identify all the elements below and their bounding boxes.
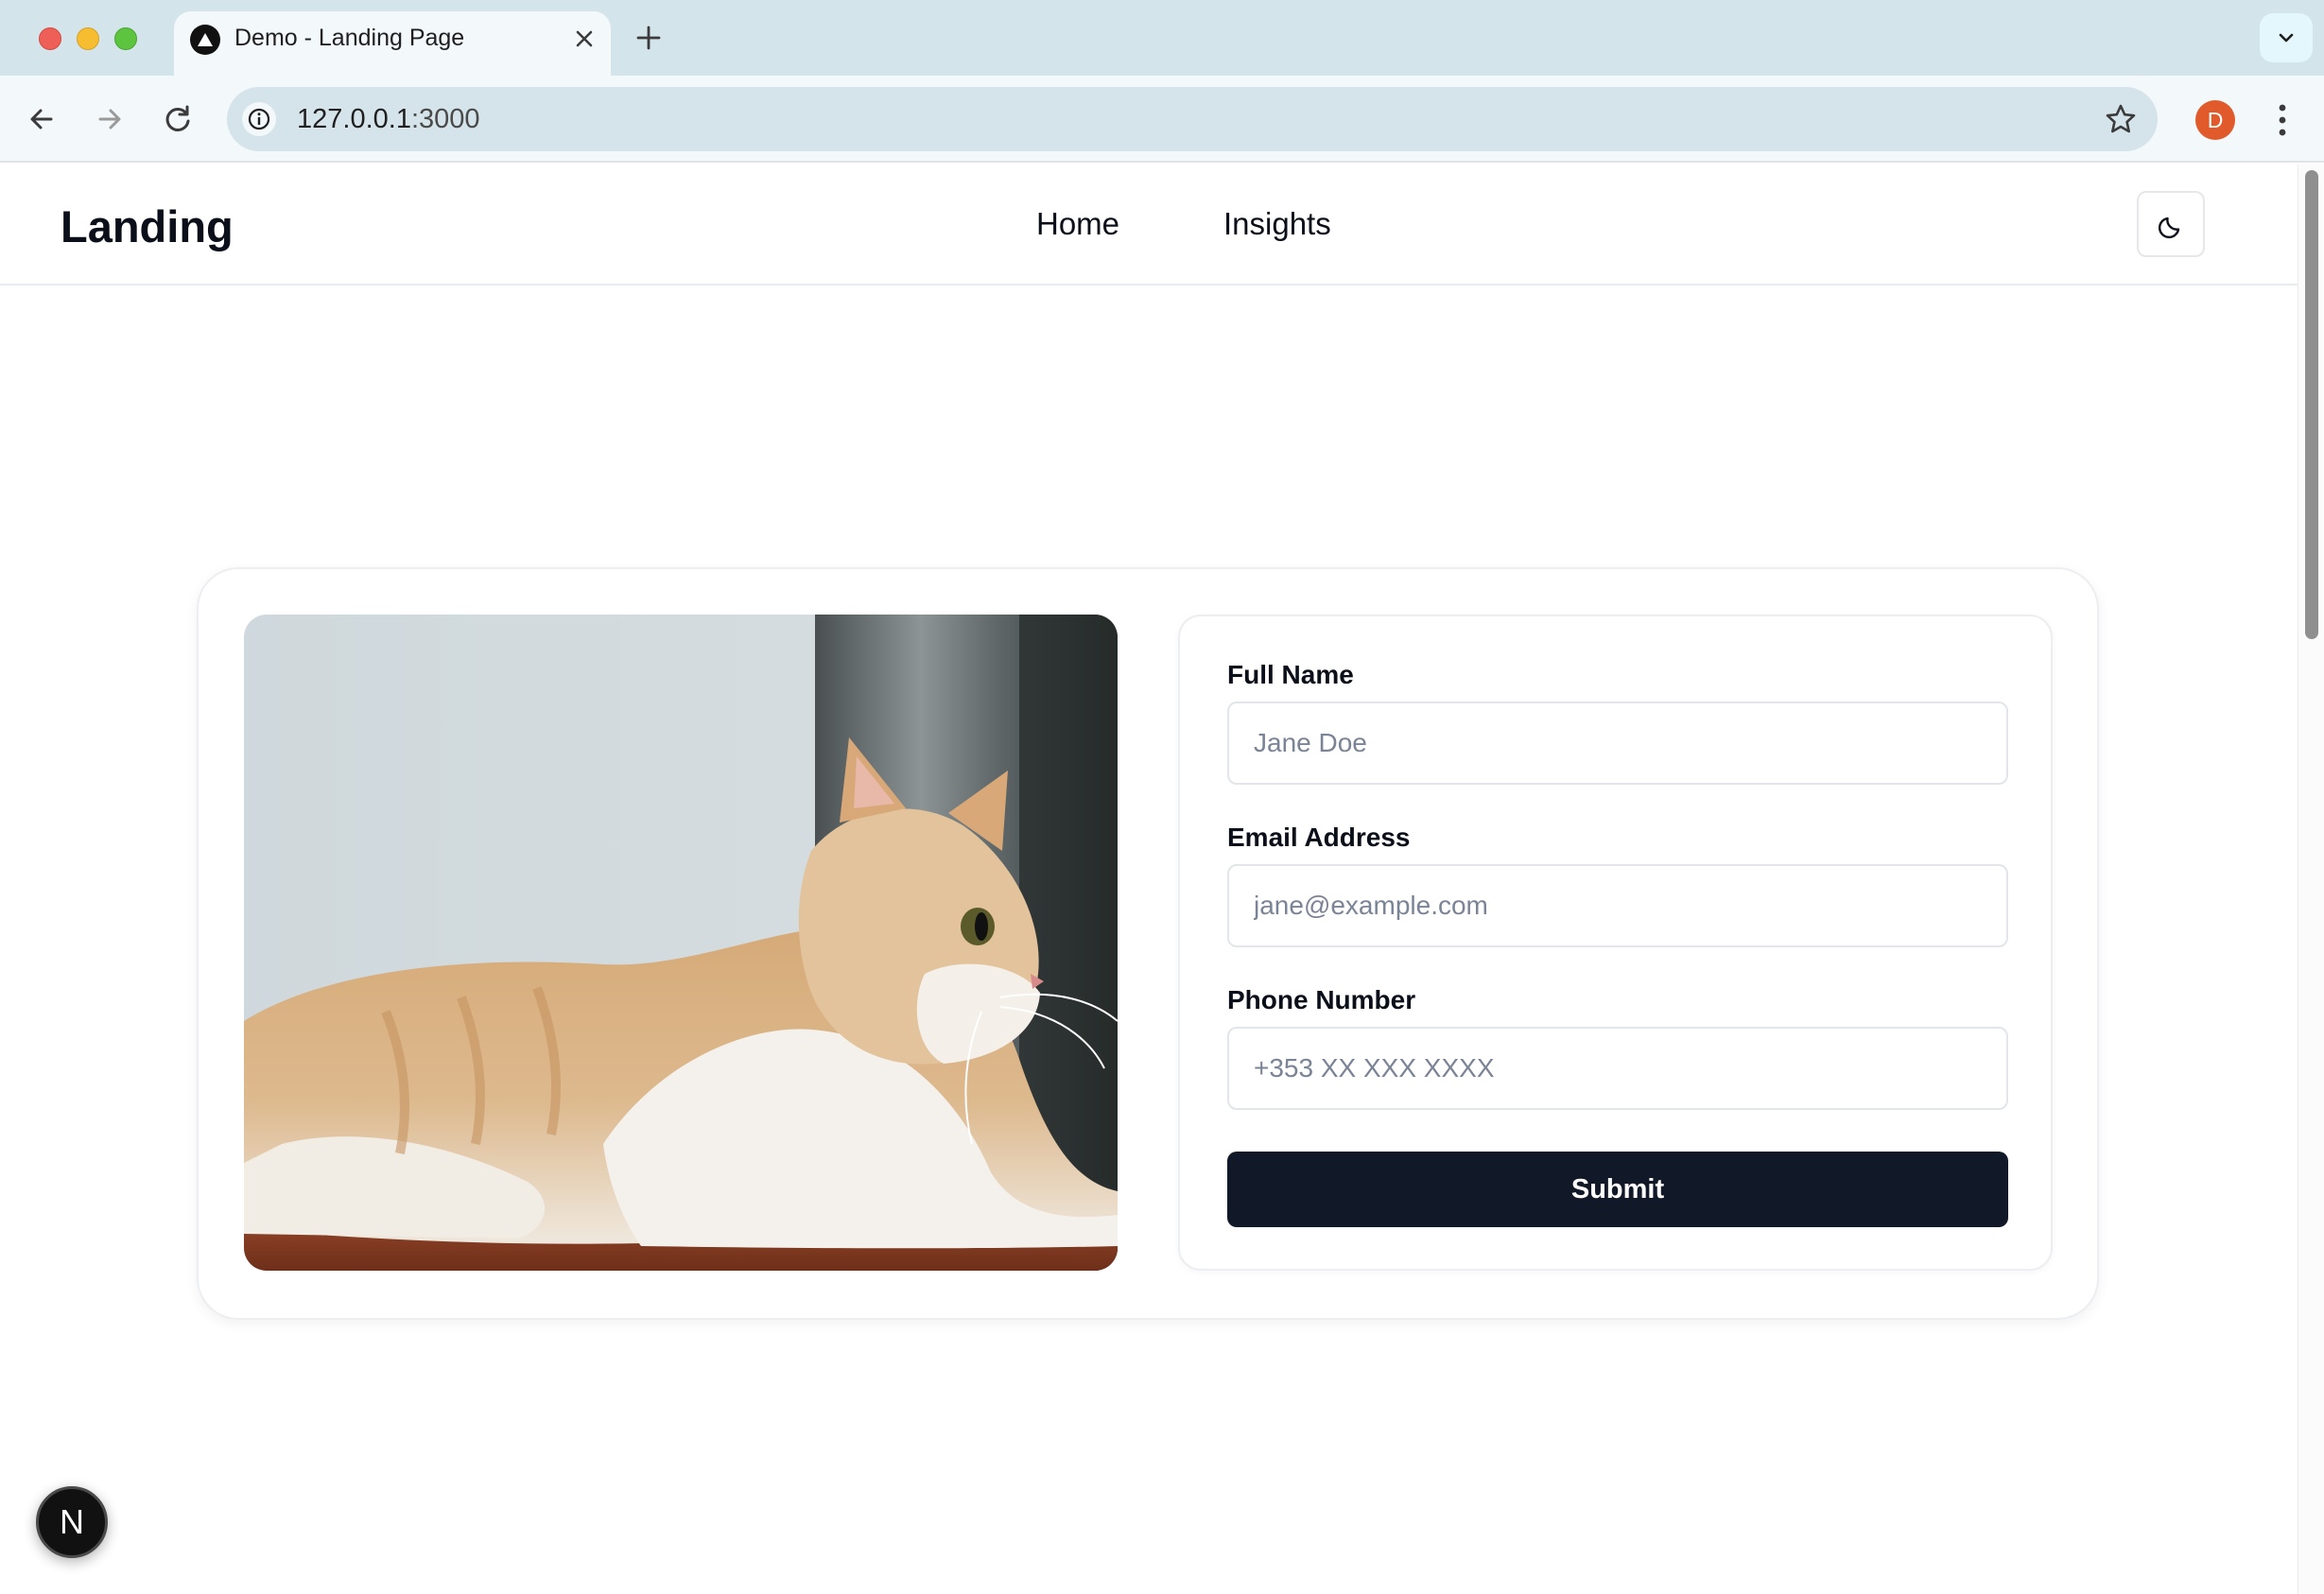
site-header: Landing Home Insights	[0, 165, 2298, 286]
scrollbar-thumb[interactable]	[2305, 170, 2318, 639]
page-scrollbar[interactable]	[2298, 165, 2324, 1594]
browser-tab-strip: Demo - Landing Page	[0, 0, 2324, 76]
profile-avatar[interactable]: D	[2195, 100, 2235, 140]
site-brand[interactable]: Landing	[61, 200, 234, 252]
close-tab-icon[interactable]	[569, 24, 599, 54]
moon-icon	[2159, 217, 2180, 238]
site-info-icon[interactable]	[242, 102, 276, 136]
url-port: :3000	[410, 104, 480, 134]
browser-menu-kebab-icon[interactable]	[2267, 100, 2298, 140]
nav-link-insights[interactable]: Insights	[1223, 206, 1331, 242]
window-minimize-button[interactable]	[77, 27, 99, 50]
phone-input[interactable]	[1227, 1027, 2008, 1110]
page-viewport: Landing Home Insights Full Name Jane Doe…	[0, 165, 2298, 1594]
url-text: 127.0.0.1:3000	[297, 104, 480, 135]
nav-link-home[interactable]: Home	[1036, 206, 1119, 242]
contact-form: Full Name Email Address Phone Number Sub…	[1178, 615, 2053, 1271]
url-host: 127.0.0.1	[297, 104, 411, 134]
forward-arrow-icon[interactable]	[91, 100, 129, 138]
phone-label: Phone Number	[1227, 985, 1416, 1014]
new-tab-plus-icon[interactable]	[632, 21, 666, 55]
bookmark-star-icon[interactable]	[2102, 100, 2140, 138]
address-bar[interactable]: 127.0.0.1:3000	[227, 87, 2158, 151]
nextjs-dev-indicator-icon[interactable]: N	[36, 1486, 108, 1558]
theme-toggle-button[interactable]	[2137, 191, 2205, 257]
email-input[interactable]	[1227, 864, 2008, 947]
browser-toolbar: 127.0.0.1:3000	[0, 76, 2324, 163]
cat-photo	[244, 615, 1118, 1271]
browser-tab-active[interactable]: Demo - Landing Page	[174, 11, 611, 76]
full-name-input[interactable]	[1227, 702, 2008, 785]
submit-button[interactable]: Submit	[1227, 1152, 2008, 1227]
window-zoom-button[interactable]	[114, 27, 137, 50]
vercel-favicon-icon	[190, 25, 220, 55]
reload-icon[interactable]	[159, 100, 197, 138]
hero-card: Full Name Email Address Phone Number Sub…	[197, 567, 2099, 1320]
tab-title: Demo - Landing Page	[234, 25, 465, 51]
full-name-label: Full Name	[1227, 660, 1354, 689]
back-arrow-icon[interactable]	[23, 100, 61, 138]
window-close-button[interactable]	[39, 27, 61, 50]
email-label: Email Address	[1227, 823, 1411, 852]
tab-search-chevron-down-icon[interactable]	[2260, 13, 2313, 62]
